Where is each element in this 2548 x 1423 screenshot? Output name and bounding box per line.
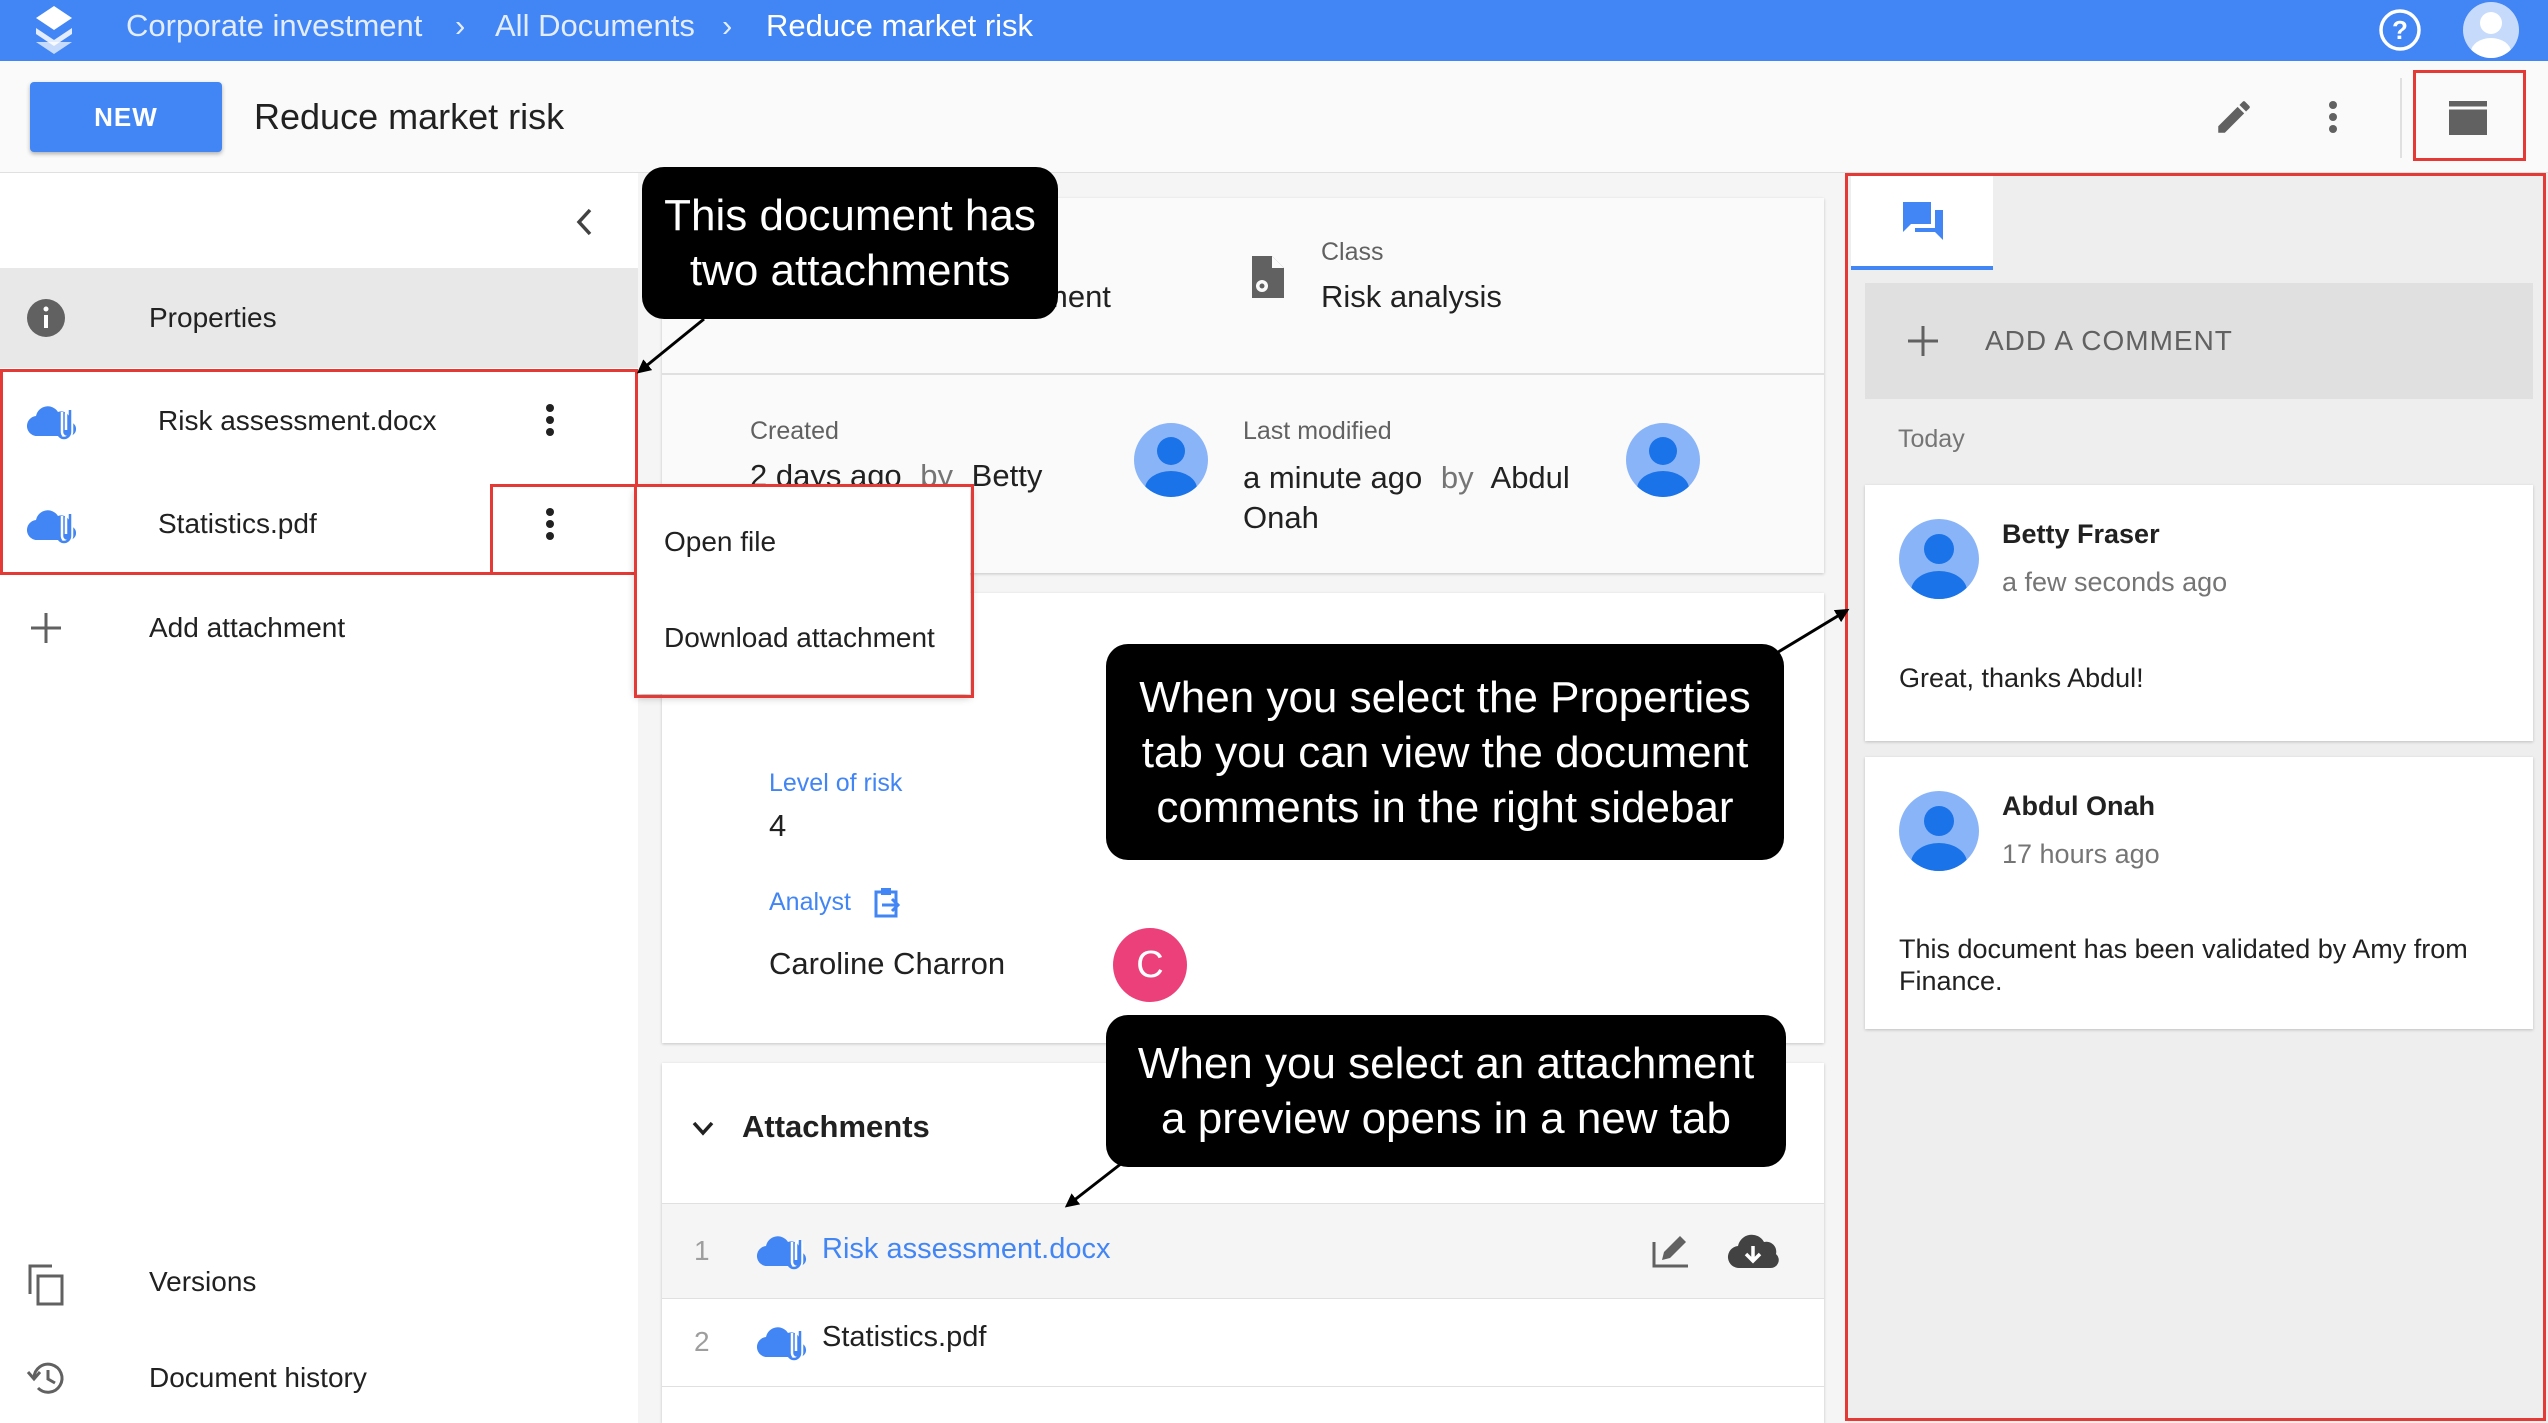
arrow-to-attachments	[636, 317, 705, 374]
arrow-to-sidebar	[1774, 608, 1850, 656]
arrow-to-attachment-row	[1064, 1161, 1123, 1208]
callout-arrows	[636, 317, 1850, 1208]
